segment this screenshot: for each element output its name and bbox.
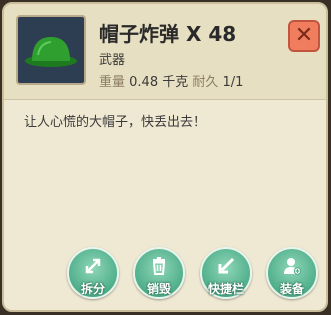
quickbar-button[interactable]: 快捷栏 [200,247,252,299]
split-button[interactable]: 拆分 [67,247,119,299]
equip-button[interactable]: 装备 [266,247,318,299]
equip-label: 装备 [279,282,304,296]
weight-label: 重量 [99,75,126,90]
durability-value: 1/1 [222,75,244,90]
close-button[interactable]: ✕ [288,20,320,52]
close-icon: ✕ [294,23,314,48]
destroy-label: 销毁 [146,282,171,296]
item-detail-panel: 帽子炸弹 X 48 武器 重量 0.48 千克 耐久 1/1 ✕ 让人心慌的大帽… [2,2,328,312]
split-label: 拆分 [80,282,105,296]
trash-icon [135,255,183,277]
green-helmet-icon [25,37,77,67]
item-description: 让人心慌的大帽子，快丢出去！ [24,115,207,130]
arrow-icon [202,255,250,277]
action-bar: 拆分 销毁 快捷栏 装备 [4,247,326,307]
equip-person-icon [268,255,316,277]
weight-value: 0.48 千克 [129,75,189,90]
item-header: 帽子炸弹 X 48 武器 重量 0.48 千克 耐久 1/1 ✕ [4,4,326,100]
quickbar-label: 快捷栏 [207,282,244,296]
item-name: 帽子炸弹 X 48 [99,22,237,46]
split-arrows-icon [69,255,117,277]
durability-label: 耐久 [192,75,219,90]
item-icon-frame [16,15,86,85]
item-stats: 重量 0.48 千克 耐久 1/1 [99,71,243,90]
destroy-button[interactable]: 销毁 [133,247,185,299]
item-type: 武器 [99,53,126,68]
